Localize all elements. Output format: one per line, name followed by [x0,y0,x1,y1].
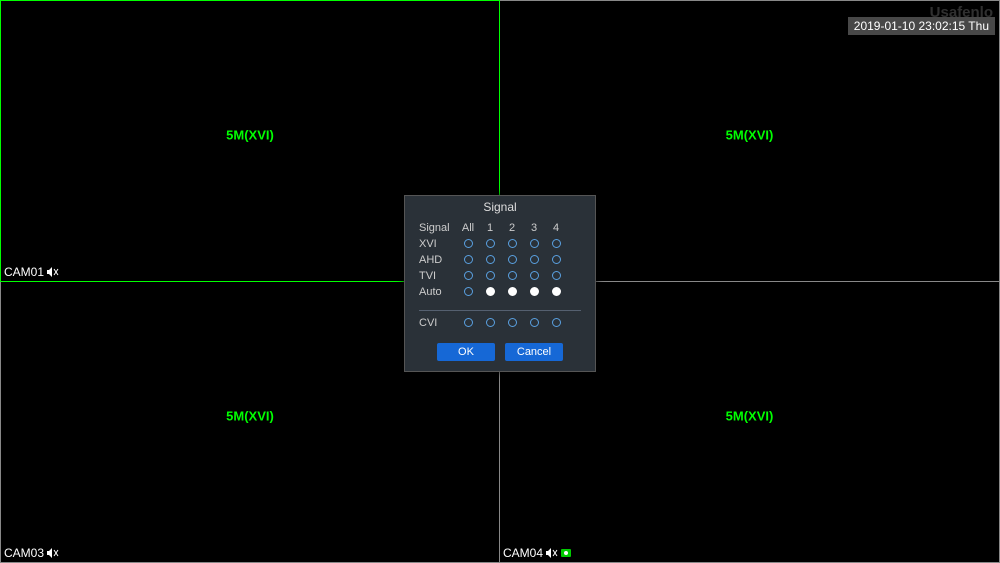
radio-auto-4[interactable] [545,283,567,301]
row-label: XVI [419,238,457,250]
camera-name: CAM04 [503,546,543,560]
radio-cvi-2[interactable] [501,314,523,332]
matrix-row-ahd: AHD [419,252,581,268]
radio-cvi-3[interactable] [523,314,545,332]
matrix-row-auto: Auto [419,284,581,300]
signal-dialog: Signal Signal All 1 2 3 4 XVIAHDTVIAuto … [404,195,596,372]
camera-name: CAM01 [4,265,44,279]
row-label: AHD [419,254,457,266]
col-4: 4 [545,222,567,234]
camera-label: CAM01 [4,265,59,279]
resolution-label: 5M(XVI) [726,409,774,424]
speaker-muted-icon [47,267,59,277]
signal-matrix: Signal All 1 2 3 4 XVI AHD TVI Auto [405,220,595,304]
camera-label: CAM04 [503,546,571,560]
col-1: 1 [479,222,501,234]
matrix-row-tvi: TVI [419,268,581,284]
row-label-cvi: CVI [419,317,457,329]
ok-button[interactable]: OK [437,343,495,361]
button-row: OK Cancel [405,335,595,371]
radio-cvi-1[interactable] [479,314,501,332]
col-2: 2 [501,222,523,234]
radio-cvi-4[interactable] [545,314,567,332]
col-3: 3 [523,222,545,234]
timestamp: 2019-01-10 23:02:15 Thu [848,17,995,35]
matrix-header-row: Signal All 1 2 3 4 [419,220,581,236]
row-label: Auto [419,286,457,298]
resolution-label: 5M(XVI) [726,128,774,143]
speaker-muted-icon [546,548,558,558]
camera-label: CAM03 [4,546,59,560]
radio-auto-3[interactable] [523,283,545,301]
row-label: TVI [419,270,457,282]
resolution-label: 5M(XVI) [226,409,274,424]
radio-auto-2[interactable] [501,283,523,301]
col-all: All [457,222,479,234]
camera-name: CAM03 [4,546,44,560]
radio-auto-all[interactable] [457,283,479,301]
resolution-label: 5M(XVI) [226,128,274,143]
speaker-muted-icon [47,548,59,558]
record-icon [561,548,571,558]
dialog-title: Signal [405,196,595,220]
header-label: Signal [419,222,457,234]
cvi-row: CVI [419,315,581,331]
radio-auto-1[interactable] [479,283,501,301]
radio-cvi-all[interactable] [457,314,479,332]
matrix-row-xvi: XVI [419,236,581,252]
cancel-button[interactable]: Cancel [505,343,563,361]
divider [419,310,581,311]
